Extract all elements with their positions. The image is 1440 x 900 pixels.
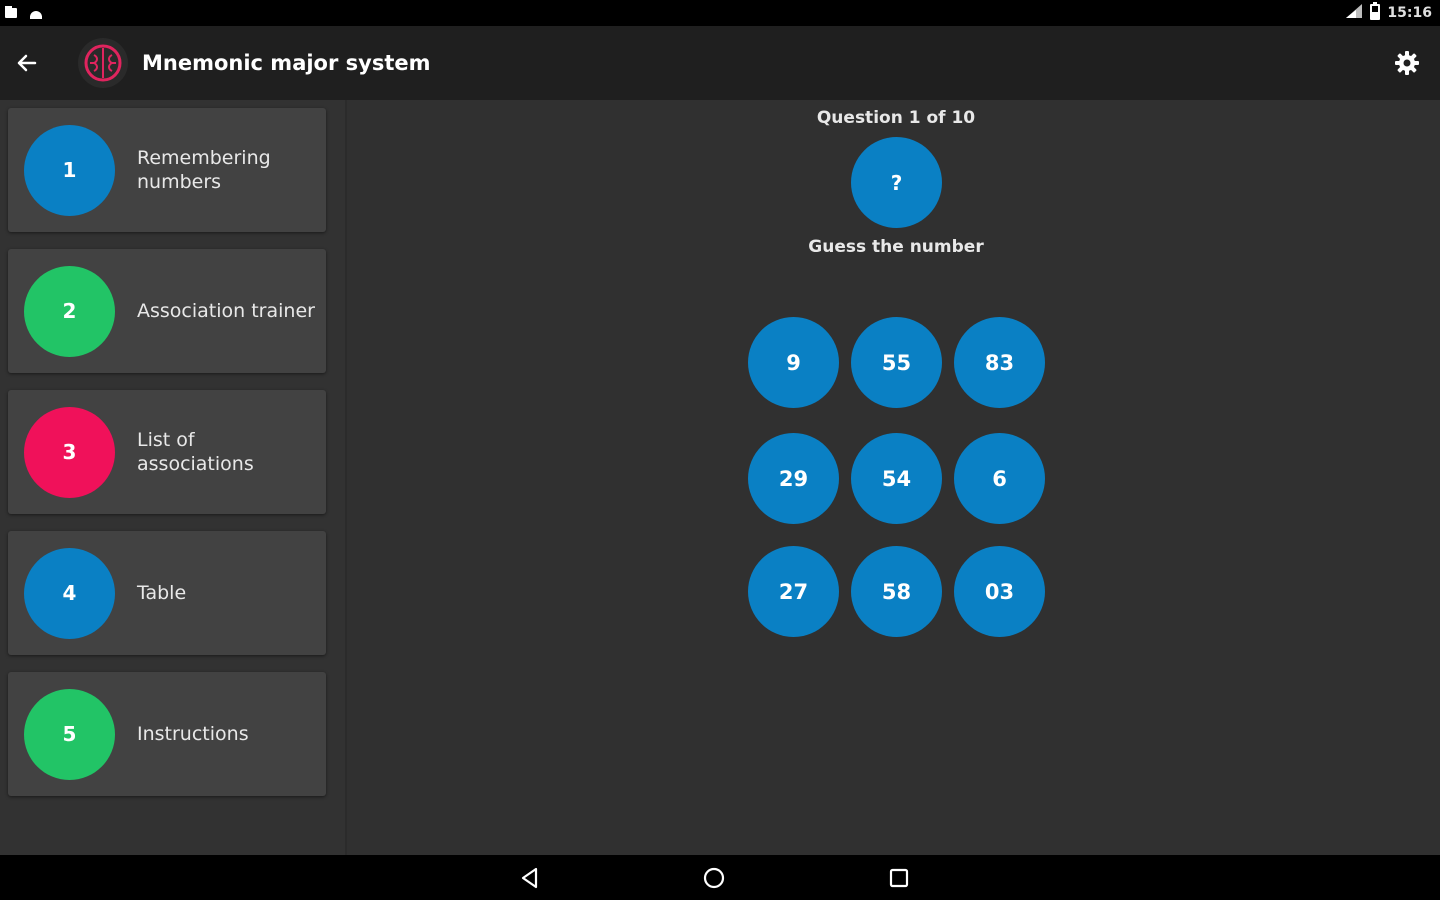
answer-option[interactable]: 29: [748, 433, 839, 524]
nav-back-button[interactable]: [515, 863, 545, 893]
menu-number-badge: 4: [24, 547, 115, 639]
sidebar-item-label: Association trainer: [137, 300, 315, 322]
sidebar-item-list-of-associations[interactable]: 3 List of associations: [8, 390, 326, 514]
settings-button[interactable]: [1392, 48, 1422, 78]
status-bar: 15:16: [0, 0, 1440, 26]
sidebar-item-instructions[interactable]: 5 Instructions: [8, 672, 326, 796]
nav-recents-button[interactable]: [884, 863, 914, 893]
quiz-prompt: Guess the number: [808, 237, 984, 257]
app-logo: [78, 38, 128, 88]
triangle-back-icon: [521, 867, 538, 889]
arrow-left-icon: [17, 54, 37, 72]
quiz-panel: Question 1 of 10 ? Guess the number 9 55…: [349, 100, 1440, 855]
sidebar-item-label: Instructions: [137, 723, 249, 745]
question-counter: Question 1 of 10: [816, 108, 976, 128]
nav-home-button[interactable]: [699, 863, 729, 893]
answer-option[interactable]: 6: [954, 433, 1045, 524]
brain-icon: [84, 44, 122, 82]
signal-icon: [1345, 3, 1363, 23]
answer-options-grid: 9 55 83 29 54 6 27 58 03: [748, 317, 1045, 637]
sidebar-item-label: List of associations: [137, 429, 254, 475]
question-circle: ?: [851, 137, 942, 228]
square-recents-icon: [889, 868, 909, 888]
android-icon: [28, 4, 44, 23]
answer-option[interactable]: 58: [851, 546, 942, 637]
sidebar-menu: 1 Remembering numbers 2 Association trai…: [0, 100, 347, 855]
main-area: 1 Remembering numbers 2 Association trai…: [0, 100, 1440, 855]
battery-icon: [1369, 2, 1381, 24]
menu-number-badge: 2: [24, 265, 115, 357]
menu-number-badge: 5: [24, 688, 115, 780]
sidebar-item-table[interactable]: 4 Table: [8, 531, 326, 655]
notification-icon: [4, 4, 18, 23]
circle-home-icon: [703, 867, 725, 889]
answer-option[interactable]: 55: [851, 317, 942, 408]
back-button[interactable]: [0, 37, 52, 89]
sidebar-item-association-trainer[interactable]: 2 Association trainer: [8, 249, 326, 373]
answer-option[interactable]: 27: [748, 546, 839, 637]
answer-option[interactable]: 03: [954, 546, 1045, 637]
sidebar-item-remembering-numbers[interactable]: 1 Remembering numbers: [8, 108, 326, 232]
system-nav-bar: [0, 855, 1440, 900]
menu-number-badge: 1: [24, 124, 115, 216]
app-bar: Mnemonic major system: [0, 26, 1440, 100]
status-time: 15:16: [1387, 5, 1432, 21]
answer-option[interactable]: 9: [748, 317, 839, 408]
app-title: Mnemonic major system: [142, 51, 431, 75]
gear-icon: [1395, 51, 1419, 75]
answer-option[interactable]: 83: [954, 317, 1045, 408]
menu-number-badge: 3: [24, 406, 115, 498]
answer-option[interactable]: 54: [851, 433, 942, 524]
sidebar-item-label: Remembering numbers: [137, 147, 271, 193]
sidebar-item-label: Table: [137, 582, 187, 604]
